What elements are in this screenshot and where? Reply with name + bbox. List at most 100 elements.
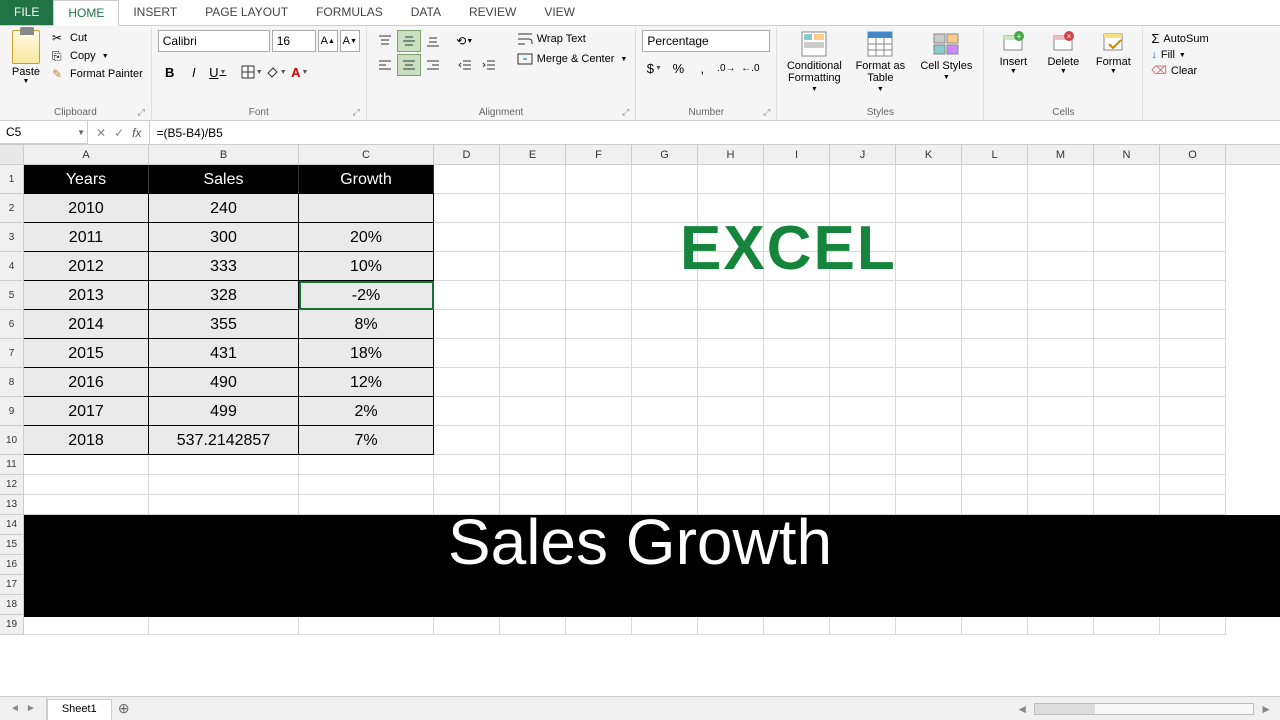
cell[interactable] [830,194,896,223]
cell[interactable] [698,426,764,455]
tab-insert[interactable]: INSERT [119,0,191,25]
cell[interactable] [500,252,566,281]
cell[interactable]: 2017 [24,397,149,426]
cell[interactable] [698,194,764,223]
cell[interactable] [434,368,500,397]
cell[interactable] [830,310,896,339]
cell[interactable] [149,615,299,635]
cell[interactable]: Years [24,165,149,194]
cell[interactable]: Sales [149,165,299,194]
cell[interactable] [299,615,434,635]
row-header[interactable]: 7 [0,339,24,368]
cell[interactable] [434,252,500,281]
cell[interactable] [500,475,566,495]
cell[interactable] [962,455,1028,475]
cell[interactable] [434,310,500,339]
row-header[interactable]: 17 [0,575,24,595]
format-as-table-button[interactable]: Format as Table▼ [849,30,911,96]
cell[interactable]: 355 [149,310,299,339]
cell[interactable] [1028,475,1094,495]
cell[interactable] [500,194,566,223]
decrease-indent-button[interactable] [453,54,477,76]
cell[interactable]: 300 [149,223,299,252]
fill-button[interactable]: ↓Fill▼ [1149,48,1210,62]
cell[interactable] [698,397,764,426]
cell[interactable] [896,615,962,635]
cell[interactable] [764,368,830,397]
column-header-J[interactable]: J [830,145,896,164]
align-center-button[interactable] [397,54,421,76]
cell[interactable] [1028,426,1094,455]
cell[interactable] [1028,495,1094,515]
cell[interactable] [764,223,830,252]
bold-button[interactable]: B [158,60,182,84]
cell[interactable]: -2% [299,281,434,310]
cell[interactable] [962,223,1028,252]
autosum-button[interactable]: ΣAutoSum [1149,30,1210,47]
column-header-N[interactable]: N [1094,145,1160,164]
sheet-tab[interactable]: Sheet1 [47,699,112,720]
cell[interactable] [434,281,500,310]
cell[interactable] [830,426,896,455]
cell[interactable] [566,252,632,281]
cell[interactable] [962,615,1028,635]
cell[interactable] [434,426,500,455]
insert-cells-button[interactable]: +Insert▼ [990,30,1036,75]
cell[interactable] [896,397,962,426]
row-header[interactable]: 1 [0,165,24,194]
cell[interactable] [1160,252,1226,281]
align-right-button[interactable] [421,54,445,76]
cell[interactable] [566,310,632,339]
cell[interactable]: 2013 [24,281,149,310]
cell[interactable] [962,281,1028,310]
cell[interactable]: 537.2142857 [149,426,299,455]
cell[interactable] [1028,339,1094,368]
cell[interactable] [698,495,764,515]
cell[interactable] [698,281,764,310]
cell[interactable] [299,475,434,495]
cell[interactable] [149,475,299,495]
cell[interactable] [566,339,632,368]
cell[interactable] [1094,194,1160,223]
cell[interactable]: 2016 [24,368,149,397]
worksheet-grid[interactable]: ABCDEFGHIJKLMNO 1YearsSalesGrowth2201024… [0,145,1280,696]
cell[interactable] [1094,475,1160,495]
cell[interactable] [500,310,566,339]
cell[interactable] [830,615,896,635]
conditional-formatting-button[interactable]: Conditional Formatting▼ [783,30,845,96]
cell[interactable] [830,165,896,194]
cell[interactable] [1028,165,1094,194]
align-top-button[interactable] [373,30,397,52]
add-sheet-button[interactable]: ⊕ [112,697,136,720]
row-header[interactable]: 3 [0,223,24,252]
cell[interactable] [500,455,566,475]
cell[interactable] [764,615,830,635]
cell[interactable] [896,194,962,223]
cell[interactable] [1160,194,1226,223]
cell[interactable] [566,165,632,194]
cell[interactable] [566,397,632,426]
cell[interactable] [896,339,962,368]
fx-icon[interactable]: fx [132,126,141,140]
cell[interactable] [1094,495,1160,515]
cell[interactable] [896,495,962,515]
cell[interactable] [830,252,896,281]
cancel-formula-button[interactable]: ✕ [96,126,106,140]
cell[interactable] [566,368,632,397]
cell[interactable] [632,397,698,426]
cell[interactable] [764,455,830,475]
cell[interactable] [1160,310,1226,339]
cell[interactable] [1094,223,1160,252]
cell[interactable] [1028,223,1094,252]
cell[interactable] [1160,339,1226,368]
cell[interactable] [434,615,500,635]
cell[interactable] [896,475,962,495]
cell[interactable]: 20% [299,223,434,252]
fill-color-button[interactable]: ▼ [264,60,288,84]
cell[interactable] [698,368,764,397]
row-header[interactable]: 9 [0,397,24,426]
alignment-launcher[interactable]: ⤢ [622,107,629,118]
format-painter-button[interactable]: Format Painter [50,66,145,82]
cell[interactable] [830,475,896,495]
cell[interactable] [434,165,500,194]
